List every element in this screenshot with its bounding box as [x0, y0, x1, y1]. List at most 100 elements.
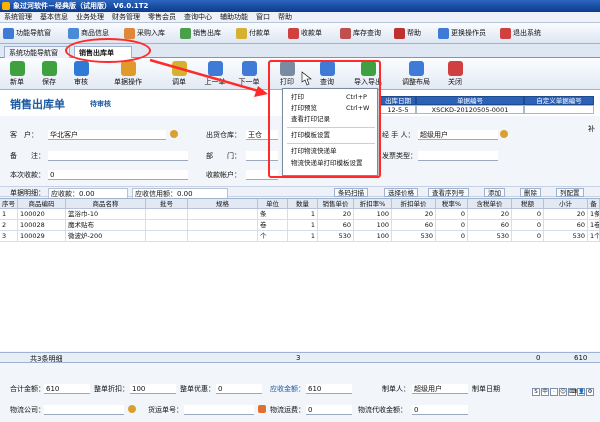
cell-qty[interactable]: 1	[288, 231, 318, 242]
cell-price[interactable]: 60	[318, 220, 354, 231]
cell-unit[interactable]: 条	[258, 209, 288, 220]
doc-ops-button[interactable]: 单据操作	[108, 59, 148, 89]
handler-lookup-icon[interactable]	[500, 130, 508, 138]
discount-field[interactable]: 100	[130, 384, 176, 394]
remark-field[interactable]	[48, 151, 188, 161]
cell-discount-rate[interactable]: 100	[354, 209, 392, 220]
logistics-field[interactable]	[44, 405, 124, 415]
cell-batch[interactable]	[146, 209, 188, 220]
cell-subtotal[interactable]: 530	[544, 231, 588, 242]
menu-item-print-history[interactable]: 查看打印记录	[291, 115, 330, 124]
menu-tools[interactable]: 辅助功能	[216, 12, 252, 23]
stock-query-button[interactable]: 库存查询	[340, 26, 381, 41]
goods-info-button[interactable]: 商品信息	[68, 26, 109, 41]
cell-unit[interactable]: 个	[258, 231, 288, 242]
menu-finance[interactable]: 财务管理	[108, 12, 144, 23]
delete-row-button[interactable]: 删除	[520, 188, 541, 197]
col-header-unit[interactable]: 单位	[258, 199, 288, 209]
col-header-tax-rate[interactable]: 税率%	[436, 199, 468, 209]
col-header-tax-price[interactable]: 含税单价	[468, 199, 512, 209]
menu-window[interactable]: 窗口	[252, 12, 274, 23]
menu-retail-member[interactable]: 零售会员	[144, 12, 180, 23]
cell-code[interactable]: 100028	[18, 220, 66, 231]
ime-sogou-icon[interactable]: S	[532, 388, 540, 396]
cell-tax-rate[interactable]: 0	[436, 231, 468, 242]
freight-field[interactable]: 0	[306, 405, 352, 415]
cell-code[interactable]: 100029	[18, 231, 66, 242]
adjust-layout-button[interactable]: 调整布局	[398, 59, 434, 89]
cell-discount-rate[interactable]: 100	[354, 220, 392, 231]
customer-field[interactable]: 华北客户	[48, 130, 166, 140]
cell-tax[interactable]: 0	[512, 209, 544, 220]
print-button[interactable]: 打印	[272, 59, 302, 89]
col-header-discount-price[interactable]: 折扣单价	[392, 199, 436, 209]
cell-tax-price[interactable]: 60	[468, 220, 512, 231]
tab-sale-out[interactable]: 销售出库单	[74, 46, 132, 58]
ime-user-icon[interactable]: 👤	[577, 388, 585, 396]
add-row-button[interactable]: 添加	[484, 188, 505, 197]
cell-remark[interactable]: 1条	[588, 209, 600, 220]
cell-tax-price[interactable]: 530	[468, 231, 512, 242]
col-header-qty[interactable]: 数量	[288, 199, 318, 209]
cell-tax-rate[interactable]: 0	[436, 209, 468, 220]
cell-discount-price[interactable]: 530	[392, 231, 436, 242]
purchase-button[interactable]: 采购入库	[124, 26, 165, 41]
cell-unit[interactable]: 卷	[258, 220, 288, 231]
cell-batch[interactable]	[146, 220, 188, 231]
cell-tax[interactable]: 0	[512, 220, 544, 231]
cell-qty[interactable]: 1	[288, 220, 318, 231]
account-field[interactable]	[246, 170, 278, 180]
cell-remark[interactable]: 1卷	[588, 220, 600, 231]
cell-code[interactable]: 100020	[18, 209, 66, 220]
cell-batch[interactable]	[146, 231, 188, 242]
close-doc-button[interactable]: 关闭	[440, 59, 470, 89]
switch-operator-button[interactable]: 更换操作员	[438, 26, 486, 41]
menu-basic-info[interactable]: 基本信息	[36, 12, 72, 23]
cell-spec[interactable]	[188, 209, 258, 220]
save-button[interactable]: 保存	[34, 59, 64, 89]
cell-remark[interactable]: 1个	[588, 231, 600, 242]
cell-price[interactable]: 20	[318, 209, 354, 220]
menu-item-print-express[interactable]: 打印物流快递单	[291, 147, 337, 156]
invoice-type-field[interactable]	[418, 151, 498, 161]
number-field[interactable]: XSCKD-20120505-0001	[416, 105, 524, 114]
menu-item-template-settings[interactable]: 打印模板设置	[291, 131, 330, 140]
ime-chinese-mode-icon[interactable]: 中	[541, 388, 549, 396]
menu-help[interactable]: 帮助	[274, 12, 296, 23]
dept-field[interactable]	[246, 151, 278, 161]
warehouse-field[interactable]: 王仓	[246, 130, 278, 140]
cell-qty[interactable]: 1	[288, 209, 318, 220]
date-field[interactable]: 12-5-5	[380, 105, 416, 114]
new-doc-button[interactable]: 新单	[2, 59, 32, 89]
cell-name[interactable]: 篮浴巾-10	[66, 209, 146, 220]
prev-doc-button[interactable]: 上一单	[200, 59, 230, 89]
import-export-button[interactable]: 导入导出	[348, 59, 388, 89]
barcode-scan-button[interactable]: 条码扫描	[334, 188, 368, 197]
col-header-tax[interactable]: 税额	[512, 199, 544, 209]
select-price-button[interactable]: 选择价格	[384, 188, 418, 197]
col-header-discount-rate[interactable]: 折扣率%	[354, 199, 392, 209]
cell-tax-rate[interactable]: 0	[436, 220, 468, 231]
exit-system-button[interactable]: 退出系统	[500, 26, 541, 41]
cell-subtotal[interactable]: 20	[544, 209, 588, 220]
menu-query-center[interactable]: 查询中心	[180, 12, 216, 23]
menu-item-print-preview[interactable]: 打印预览 Ctrl+W	[291, 104, 369, 113]
promo-field[interactable]: 0	[216, 384, 262, 394]
handler-field[interactable]: 超级用户	[418, 130, 498, 140]
help-button[interactable]: 帮助	[394, 26, 421, 41]
col-header-name[interactable]: 商品名称	[66, 199, 146, 209]
cell-tax[interactable]: 0	[512, 231, 544, 242]
ime-emoji-icon[interactable]: ☺	[559, 388, 567, 396]
ship-number-field[interactable]	[184, 405, 254, 415]
cell-spec[interactable]	[188, 231, 258, 242]
cell-name[interactable]: 魔术贴布	[66, 220, 146, 231]
ime-punctuation-icon[interactable]: ·	[550, 388, 558, 396]
sale-out-button[interactable]: 销售出库	[180, 26, 221, 41]
view-serial-button[interactable]: 查看序列号	[428, 188, 469, 197]
col-header-spec[interactable]: 规格	[188, 199, 258, 209]
customer-lookup-icon[interactable]	[170, 130, 178, 138]
col-header-index[interactable]: 序号	[0, 199, 18, 209]
cell-discount-price[interactable]: 20	[392, 209, 436, 220]
cell-name[interactable]: 微波炉-200	[66, 231, 146, 242]
cell-subtotal[interactable]: 60	[544, 220, 588, 231]
